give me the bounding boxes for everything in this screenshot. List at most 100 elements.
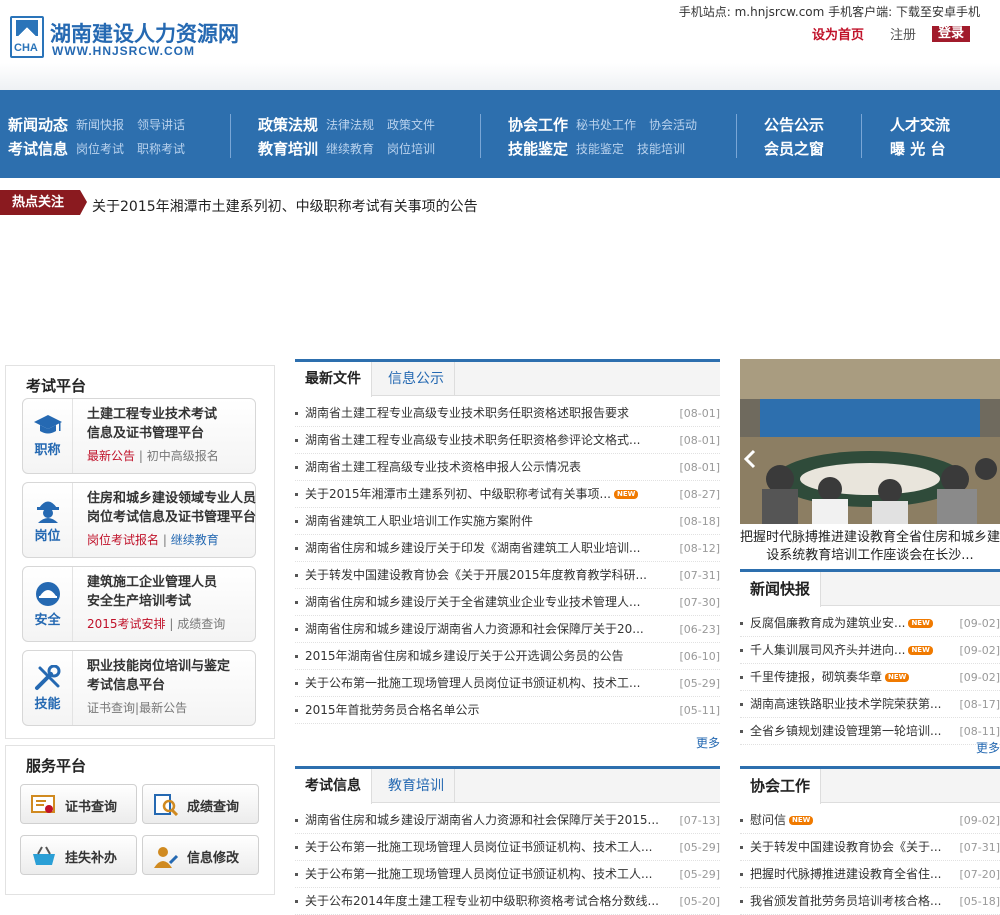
list-item[interactable]: 关于转发中国建设教育协会《关于... [07-31] <box>740 834 1000 861</box>
exam-card-link[interactable]: 岗位考试报名 <box>87 533 159 547</box>
list-item[interactable]: 千人集训展司风齐头并进向... NEW [09-02] <box>740 637 1000 664</box>
nav-sub-item[interactable]: 继续教育 <box>326 140 374 157</box>
list-item-title[interactable]: 湖南省土建工程专业高级专业技术职务任职资格述职报告要求 <box>305 400 665 427</box>
list-item[interactable]: 关于转发中国建设教育协会《关于开展2015年度教育教学科研... [07-31] <box>295 562 720 589</box>
list-item-title[interactable]: 湖南省住房和城乡建设厅关于全省建筑业企业专业技术管理人... <box>305 589 665 616</box>
nav-sub-item[interactable]: 法律法规 <box>326 116 374 133</box>
list-item[interactable]: 关于公布第一批施工现场管理人员岗位证书颁证机构、技术工人... [05-29] <box>295 861 720 888</box>
exam-card-link[interactable]: 初中高级报名 <box>147 449 219 463</box>
list-item-title[interactable]: 关于公布第一批施工现场管理人员岗位证书颁证机构、技术工... <box>305 670 665 697</box>
list-item[interactable]: 2015年首批劳务员合格名单公示 [05-11] <box>295 697 720 724</box>
list-item-title[interactable]: 关于公布第一批施工现场管理人员岗位证书颁证机构、技术工人... <box>305 834 665 861</box>
list-item[interactable]: 把握时代脉搏推进建设教育全省住... [07-20] <box>740 861 1000 888</box>
list-item-title[interactable]: 全省乡镇规划建设管理第一轮培训... <box>750 718 950 745</box>
list-item-title[interactable]: 反腐倡廉教育成为建筑业安... NEW <box>750 610 933 637</box>
nav-sub-item[interactable]: 岗位培训 <box>387 140 435 157</box>
list-item-title[interactable]: 千里传捷报，砌筑奏华章 NEW <box>750 664 910 691</box>
tab-assoc-work[interactable]: 协会工作 <box>740 769 822 804</box>
list-item[interactable]: 千里传捷报，砌筑奏华章 NEW [09-02] <box>740 664 1000 691</box>
list-item-title[interactable]: 慰问信 NEW <box>750 807 814 834</box>
tab-exam-info[interactable]: 考试信息 <box>295 769 372 804</box>
nav-members[interactable]: 会员之窗 <box>764 138 824 159</box>
site-logo[interactable]: CHA 湖南建设人力资源网 WWW.HNJSRCW.COM <box>10 16 239 64</box>
exam-card-link[interactable]: 最新公告 <box>139 701 187 715</box>
list-item[interactable]: 我省颁发首批劳务员培训考核合格... [05-18] <box>740 888 1000 915</box>
list-item[interactable]: 全省乡镇规划建设管理第一轮培训... [08-11] <box>740 718 1000 745</box>
list-item-title[interactable]: 湖南省住房和城乡建设厅关于印发《湖南省建筑工人职业培训... <box>305 535 665 562</box>
hot-topic-link[interactable]: 关于2015年湘潭市土建系列初、中级职称考试有关事项的公告 <box>92 196 478 216</box>
nav-skill[interactable]: 技能鉴定 <box>508 138 568 159</box>
list-item-title[interactable]: 千人集训展司风齐头并进向... NEW <box>750 637 933 664</box>
list-item[interactable]: 反腐倡廉教育成为建筑业安... NEW [09-02] <box>740 610 1000 637</box>
list-item-title[interactable]: 湖南省住房和城乡建设厅湖南省人力资源和社会保障厅关于20... <box>305 616 665 643</box>
list-item-title[interactable]: 关于公布第一批施工现场管理人员岗位证书颁证机构、技术工人... <box>305 861 665 888</box>
list-item[interactable]: 湖南省住房和城乡建设厅湖南省人力资源和社会保障厅关于20... [06-23] <box>295 616 720 643</box>
score-query-button[interactable]: 成绩查询 <box>142 784 259 824</box>
nav-sub-item[interactable]: 秘书处工作 <box>576 116 636 133</box>
list-item[interactable]: 湖南省住房和城乡建设厅湖南省人力资源和社会保障厅关于2015... [07-13] <box>295 807 720 834</box>
login-button[interactable]: 登录 <box>931 25 970 42</box>
files-more-link[interactable]: 更多 <box>696 734 720 751</box>
loss-reissue-button[interactable]: 挂失补办 <box>20 835 137 875</box>
list-item[interactable]: 湖南省土建工程高级专业技术资格申报人公示情况表 [08-01] <box>295 454 720 481</box>
news-photo-slider[interactable] <box>740 359 1000 524</box>
exam-card-safety[interactable]: 安全 建筑施工企业管理人员 安全生产培训考试 2015考试安排 | 成绩查询 <box>22 566 256 642</box>
list-item[interactable]: 关于公布第一批施工现场管理人员岗位证书颁证机构、技术工... [05-29] <box>295 670 720 697</box>
list-item-title[interactable]: 湖南省建筑工人职业培训工作实施方案附件 <box>305 508 665 535</box>
nav-assoc[interactable]: 协会工作 <box>508 114 568 135</box>
tab-latest-files[interactable]: 最新文件 <box>295 362 372 397</box>
list-item[interactable]: 关于2015年湘潭市土建系列初、中级职称考试有关事项... NEW [08-27] <box>295 481 720 508</box>
list-item-title[interactable]: 关于转发中国建设教育协会《关于开展2015年度教育教学科研... <box>305 562 665 589</box>
nav-sub-item[interactable]: 新闻快报 <box>76 116 124 133</box>
exam-card-title[interactable]: 职称 土建工程专业技术考试 信息及证书管理平台 最新公告 | 初中高级报名 <box>22 398 256 474</box>
list-item[interactable]: 2015年湖南省住房和城乡建设厅关于公开选调公务员的公告 [06-10] <box>295 643 720 670</box>
list-item[interactable]: 湖南高速铁路职业技术学院荣获第... [08-17] <box>740 691 1000 718</box>
info-modify-button[interactable]: 信息修改 <box>142 835 259 875</box>
list-item-title[interactable]: 湖南省土建工程专业高级专业技术职务任职资格参评论文格式... <box>305 427 665 454</box>
list-item-title[interactable]: 2015年首批劳务员合格名单公示 <box>305 697 665 724</box>
nav-talent[interactable]: 人才交流 <box>890 114 950 135</box>
register-link[interactable]: 注册 <box>890 24 916 43</box>
exam-card-link[interactable]: 2015考试安排 <box>87 617 166 631</box>
photo-caption[interactable]: 把握时代脉搏推进建设教育全省住房和城乡建设系统教育培训工作座谈会在长沙... <box>740 529 1000 565</box>
tab-news-flash[interactable]: 新闻快报 <box>740 572 822 607</box>
list-item-title[interactable]: 我省颁发首批劳务员培训考核合格... <box>750 888 950 915</box>
nav-policy[interactable]: 政策法规 <box>258 114 318 135</box>
nav-notice[interactable]: 公告公示 <box>764 114 824 135</box>
nav-sub-item[interactable]: 职称考试 <box>137 140 185 157</box>
list-item-title[interactable]: 湖南省住房和城乡建设厅湖南省人力资源和社会保障厅关于2015... <box>305 807 665 834</box>
list-item[interactable]: 湖南省土建工程专业高级专业技术职务任职资格参评论文格式... [08-01] <box>295 427 720 454</box>
list-item-title[interactable]: 把握时代脉搏推进建设教育全省住... <box>750 861 950 888</box>
list-item[interactable]: 湖南省建筑工人职业培训工作实施方案附件 [08-18] <box>295 508 720 535</box>
exam-card-post[interactable]: 岗位 住房和城乡建设领域专业人员 岗位考试信息及证书管理平台 岗位考试报名 | 继… <box>22 482 256 558</box>
tab-info-notice[interactable]: 信息公示 <box>378 362 455 396</box>
list-item-title[interactable]: 2015年湖南省住房和城乡建设厅关于公开选调公务员的公告 <box>305 643 665 670</box>
nav-exam[interactable]: 考试信息 <box>8 138 68 159</box>
list-item[interactable]: 关于公布2014年度土建工程专业初中级职称资格考试合格分数线... [05-20] <box>295 888 720 915</box>
nav-sub-item[interactable]: 政策文件 <box>387 116 435 133</box>
set-home-link[interactable]: 设为首页 <box>812 24 864 43</box>
tab-education[interactable]: 教育培训 <box>378 769 455 803</box>
list-item[interactable]: 慰问信 NEW [09-02] <box>740 807 1000 834</box>
nav-exposure[interactable]: 曝 光 台 <box>890 138 945 159</box>
list-item-title[interactable]: 关于公布2014年度土建工程专业初中级职称资格考试合格分数线... <box>305 888 665 915</box>
exam-card-link[interactable]: 证书查询 <box>87 701 135 715</box>
list-item-title[interactable]: 湖南省土建工程高级专业技术资格申报人公示情况表 <box>305 454 665 481</box>
exam-card-skill[interactable]: 技能 职业技能岗位培训与鉴定 考试信息平台 证书查询|最新公告 <box>22 650 256 726</box>
certificate-query-button[interactable]: 证书查询 <box>20 784 137 824</box>
list-item[interactable]: 关于公布第一批施工现场管理人员岗位证书颁证机构、技术工人... [05-29] <box>295 834 720 861</box>
exam-card-link[interactable]: 继续教育 <box>171 533 219 547</box>
list-item[interactable]: 湖南省住房和城乡建设厅关于印发《湖南省建筑工人职业培训... [08-12] <box>295 535 720 562</box>
nav-sub-item[interactable]: 领导讲话 <box>137 116 185 133</box>
news-more-link[interactable]: 更多 <box>976 739 1000 756</box>
list-item[interactable]: 湖南省住房和城乡建设厅关于全省建筑业企业专业技术管理人... [07-30] <box>295 589 720 616</box>
nav-sub-item[interactable]: 技能鉴定 <box>576 140 624 157</box>
nav-sub-item[interactable]: 技能培训 <box>637 140 685 157</box>
list-item-title[interactable]: 关于转发中国建设教育协会《关于... <box>750 834 950 861</box>
nav-training[interactable]: 教育培训 <box>258 138 318 159</box>
exam-card-link[interactable]: 最新公告 <box>87 449 135 463</box>
exam-card-link[interactable]: 成绩查询 <box>177 617 225 631</box>
list-item[interactable]: 湖南省土建工程专业高级专业技术职务任职资格述职报告要求 [08-01] <box>295 400 720 427</box>
nav-sub-item[interactable]: 协会活动 <box>649 116 697 133</box>
list-item-title[interactable]: 关于2015年湘潭市土建系列初、中级职称考试有关事项... NEW <box>305 481 639 508</box>
